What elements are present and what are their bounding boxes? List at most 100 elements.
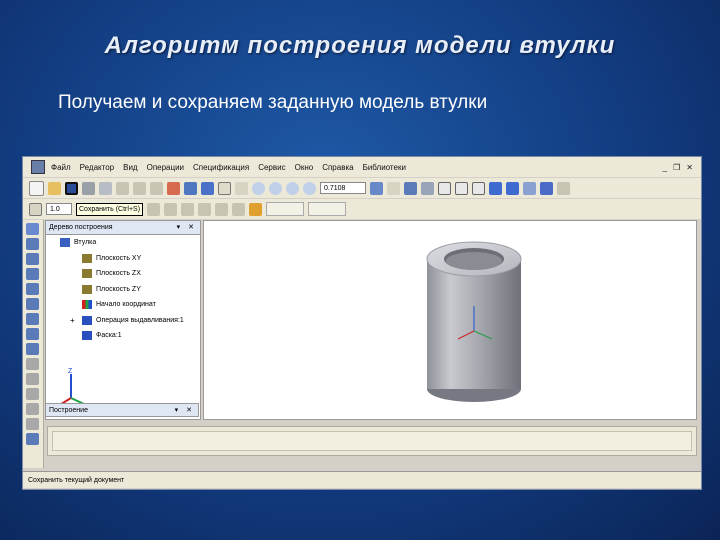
- zoom-in-icon[interactable]: [269, 181, 282, 195]
- menu-libraries[interactable]: Библиотеки: [363, 163, 406, 172]
- zoom-out-icon[interactable]: [286, 181, 299, 195]
- operations-icon[interactable]: [26, 358, 39, 370]
- tree-item-label: Начало координат: [96, 301, 156, 309]
- rotate-icon[interactable]: [404, 181, 417, 195]
- snap-icon[interactable]: [181, 202, 195, 216]
- library-icon[interactable]: [26, 433, 39, 445]
- surfaces-icon[interactable]: [26, 373, 39, 385]
- help-pointer-icon[interactable]: [235, 181, 248, 195]
- function-icon[interactable]: [218, 181, 231, 195]
- menu-operations[interactable]: Операции: [147, 163, 184, 172]
- arrays-icon[interactable]: [26, 388, 39, 400]
- app-icon: [31, 160, 45, 174]
- auxiliary-geometry-icon[interactable]: [26, 403, 39, 415]
- tree-header-buttons[interactable]: ▾ ✕: [177, 221, 197, 234]
- cut-icon[interactable]: [116, 181, 129, 195]
- zoom-window-icon[interactable]: [252, 181, 265, 195]
- menu-window[interactable]: Окно: [295, 163, 314, 172]
- tab-bar-buttons[interactable]: ▾ ✕: [175, 404, 195, 416]
- sheet-metal-icon[interactable]: [26, 418, 39, 430]
- menu-bar: Файл Редактор Вид Операции Спецификация …: [23, 157, 701, 177]
- coordinate-field-2[interactable]: [308, 202, 347, 216]
- tree-item-label: Фаска:1: [96, 332, 122, 340]
- move-icon[interactable]: [387, 181, 400, 195]
- designations-icon[interactable]: [26, 253, 39, 265]
- open-folder-icon[interactable]: [48, 181, 61, 195]
- shaded-edges-icon[interactable]: [506, 181, 519, 195]
- slide-title: Алгоритм построения модели втулки: [104, 32, 616, 59]
- ortho-icon[interactable]: [198, 202, 212, 216]
- spec-icon[interactable]: [26, 328, 39, 340]
- tree-item-origin[interactable]: Начало координат: [46, 297, 200, 313]
- redo-icon[interactable]: [184, 181, 197, 195]
- menu-service[interactable]: Сервис: [258, 163, 285, 172]
- origin-axes-icon: [82, 300, 92, 310]
- tree-axis-z-label: Z: [68, 368, 73, 375]
- tree-item-plane-zx[interactable]: Плоскость ZX: [46, 266, 200, 282]
- perspective-icon[interactable]: [523, 181, 536, 195]
- preview-icon[interactable]: [99, 181, 112, 195]
- paste-icon[interactable]: [150, 181, 163, 195]
- tree-item-label: Плоскость ZY: [96, 285, 141, 293]
- close-icon[interactable]: ✕: [686, 163, 693, 172]
- parametrization-icon[interactable]: [26, 283, 39, 295]
- thin-lines-icon[interactable]: [472, 181, 485, 195]
- tree-item-label: Операция выдавливания:1: [96, 316, 184, 324]
- cube-icon[interactable]: [540, 181, 553, 195]
- print-icon[interactable]: [82, 181, 95, 195]
- parameters-icon[interactable]: [249, 202, 263, 216]
- geometry-icon[interactable]: [26, 223, 39, 235]
- orientation-icon[interactable]: [421, 181, 434, 195]
- reports-icon[interactable]: [26, 343, 39, 355]
- tree-title: Дерево построения: [49, 224, 113, 231]
- menu-view[interactable]: Вид: [123, 163, 137, 172]
- tree-item-plane-zy[interactable]: Плоскость ZY: [46, 282, 200, 298]
- tree-item-label: Плоскость XY: [96, 254, 142, 262]
- tree-item-extrusion[interactable]: + Операция выдавливания:1: [46, 313, 200, 329]
- coordinate-field-1[interactable]: [266, 202, 305, 216]
- tree-root[interactable]: Втулка: [46, 235, 200, 251]
- layer-icon[interactable]: [147, 202, 161, 216]
- coordinates-icon[interactable]: [232, 202, 246, 216]
- extrusion-icon: [82, 315, 92, 325]
- standard-toolbar: 0.7108: [23, 178, 701, 198]
- tree-item-chamfer[interactable]: Фаска:1: [46, 328, 200, 344]
- zoom-all-icon[interactable]: [303, 181, 316, 195]
- dimensions-icon[interactable]: [26, 238, 39, 250]
- hidden-lines-icon[interactable]: [455, 181, 468, 195]
- select-icon[interactable]: [26, 313, 39, 325]
- menu-edit[interactable]: Редактор: [80, 163, 114, 172]
- expand-icon[interactable]: +: [70, 316, 78, 325]
- section-icon[interactable]: [557, 181, 570, 195]
- properties-panel: [47, 426, 697, 456]
- restore-icon[interactable]: ❐: [673, 163, 680, 172]
- compact-toolbar: [23, 220, 44, 468]
- step-cursor-icon[interactable]: [29, 202, 42, 216]
- tab-construction[interactable]: Построение: [49, 404, 88, 416]
- grid-icon[interactable]: [201, 181, 214, 195]
- save-icon[interactable]: [65, 181, 78, 195]
- cursor-step-field[interactable]: 1.0: [46, 203, 72, 215]
- current-state-toolbar: 1.0 Сохранить (Ctrl+S): [23, 199, 701, 219]
- folder-icon: [82, 253, 92, 263]
- shaded-icon[interactable]: [489, 181, 502, 195]
- properties-area: [52, 431, 692, 451]
- minimize-icon[interactable]: _: [663, 163, 667, 172]
- measure-icon[interactable]: [26, 298, 39, 310]
- new-document-icon[interactable]: [29, 180, 44, 196]
- wireframe-icon[interactable]: [438, 181, 451, 195]
- model-viewport[interactable]: [203, 220, 697, 420]
- zoom-level-field[interactable]: 0.7108: [320, 182, 366, 194]
- menu-specification[interactable]: Спецификация: [193, 163, 249, 172]
- menu-help[interactable]: Справка: [322, 163, 353, 172]
- local-cs-icon[interactable]: [215, 202, 229, 216]
- menu-file[interactable]: Файл: [51, 163, 71, 172]
- bushing-model: [426, 241, 522, 402]
- tree-item-plane-xy[interactable]: Плоскость XY: [46, 251, 200, 267]
- editing-icon[interactable]: [26, 268, 39, 280]
- undo-icon[interactable]: [167, 181, 180, 195]
- part-icon: [60, 238, 70, 248]
- copy-icon[interactable]: [133, 181, 146, 195]
- pan-icon[interactable]: [370, 181, 383, 195]
- sketch-icon[interactable]: [164, 202, 178, 216]
